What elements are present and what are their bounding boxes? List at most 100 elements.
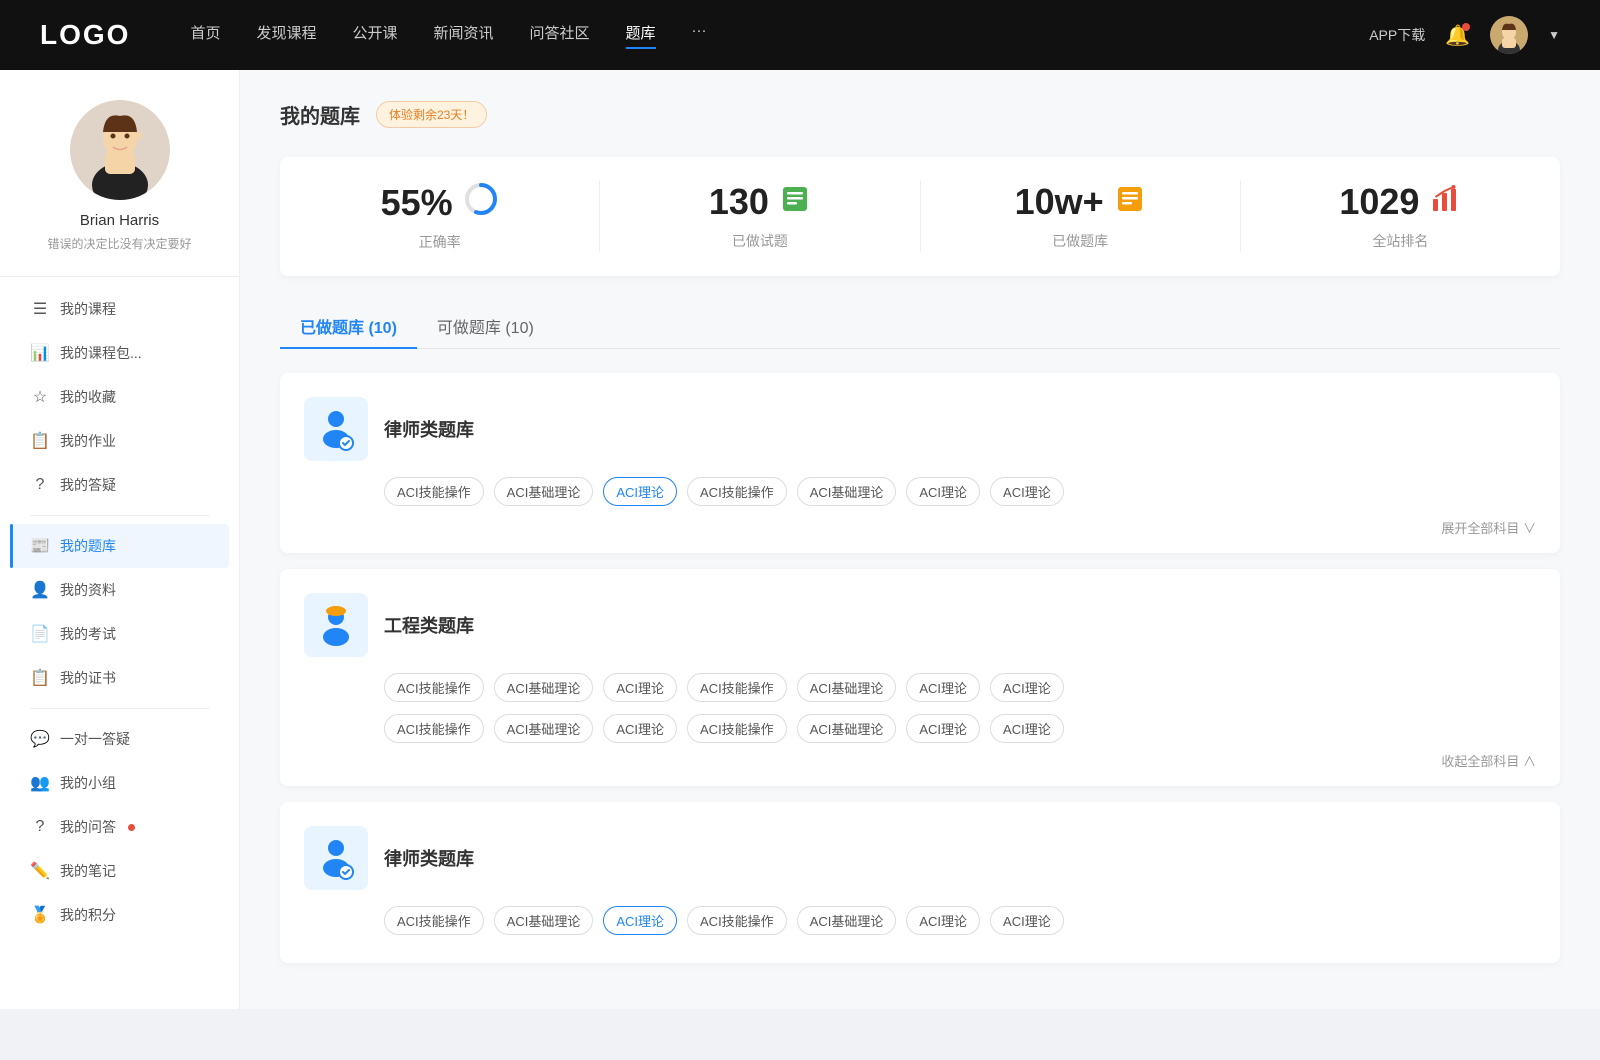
sidebar-item-my-cert[interactable]: 📋 我的证书 <box>10 656 229 700</box>
tag-1-5[interactable]: ACI基础理论 <box>797 477 897 506</box>
sidebar-label-my-notes: 我的笔记 <box>60 861 116 881</box>
tag-2-10[interactable]: ACI理论 <box>603 714 677 743</box>
profile-avatar-svg <box>70 100 170 200</box>
nav-links: 首页 发现课程 公开课 新闻资讯 问答社区 题库 ··· <box>190 22 1369 49</box>
nav-home[interactable]: 首页 <box>190 22 220 49</box>
tag-1-3[interactable]: ACI理论 <box>603 477 677 506</box>
qbank-card-1-header: 律师类题库 <box>304 397 1536 461</box>
tag-3-6[interactable]: ACI理论 <box>906 906 980 935</box>
tag-2-1[interactable]: ACI技能操作 <box>384 673 484 702</box>
sidebar-item-my-course-pack[interactable]: 📊 我的课程包... <box>10 331 229 375</box>
sidebar-item-my-answers[interactable]: ? 我的问答 <box>10 805 229 849</box>
sidebar-label-my-course-pack: 我的课程包... <box>60 343 142 363</box>
sidebar-divider-1 <box>30 515 209 516</box>
user-motto: 错误的决定比没有决定要好 <box>47 235 191 252</box>
tag-2-14[interactable]: ACI理论 <box>990 714 1064 743</box>
tag-2-6[interactable]: ACI理论 <box>906 673 980 702</box>
sidebar-label-my-collection: 我的收藏 <box>60 387 116 407</box>
expand-1-button[interactable]: 展开全部科目 ∨ <box>1441 518 1536 537</box>
tag-2-8[interactable]: ACI技能操作 <box>384 714 484 743</box>
tag-1-6[interactable]: ACI理论 <box>906 477 980 506</box>
nav-discover[interactable]: 发现课程 <box>256 22 316 49</box>
sidebar-label-my-answers: 我的问答 <box>60 817 116 837</box>
tag-1-4[interactable]: ACI技能操作 <box>687 477 787 506</box>
sidebar-label-my-exam: 我的考试 <box>60 624 116 644</box>
sidebar-item-my-course[interactable]: ☰ 我的课程 <box>10 287 229 331</box>
profile-avatar <box>70 100 170 200</box>
sidebar-item-my-qa[interactable]: ? 我的答疑 <box>10 463 229 507</box>
tag-1-2[interactable]: ACI基础理论 <box>494 477 594 506</box>
tag-3-7[interactable]: ACI理论 <box>990 906 1064 935</box>
exam-icon: 📄 <box>30 624 50 644</box>
stat-done-questions: 130 已做试题 <box>600 181 920 252</box>
notes-icon: ✏️ <box>30 861 50 881</box>
collection-icon: ☆ <box>30 387 50 407</box>
homework-icon: 📋 <box>30 431 50 451</box>
sidebar-item-one-on-one[interactable]: 💬 一对一答疑 <box>10 717 229 761</box>
points-icon: 🏅 <box>30 905 50 925</box>
nav-qa[interactable]: 问答社区 <box>530 22 590 49</box>
tag-3-5[interactable]: ACI基础理论 <box>797 906 897 935</box>
sidebar: Brian Harris 错误的决定比没有决定要好 ☰ 我的课程 📊 我的课程包… <box>0 70 240 1009</box>
sidebar-label-my-qa: 我的答疑 <box>60 475 116 495</box>
sidebar-item-my-homework[interactable]: 📋 我的作业 <box>10 419 229 463</box>
sidebar-label-my-homework: 我的作业 <box>60 431 116 451</box>
tag-3-4[interactable]: ACI技能操作 <box>687 906 787 935</box>
sidebar-menu: ☰ 我的课程 📊 我的课程包... ☆ 我的收藏 📋 我的作业 ? 我的答疑 📰 <box>0 287 239 937</box>
tag-2-11[interactable]: ACI技能操作 <box>687 714 787 743</box>
tag-2-4[interactable]: ACI技能操作 <box>687 673 787 702</box>
tab-todo[interactable]: 可做题库 (10) <box>417 304 554 348</box>
tag-3-3[interactable]: ACI理论 <box>603 906 677 935</box>
sidebar-divider-2 <box>30 708 209 709</box>
tag-1-1[interactable]: ACI技能操作 <box>384 477 484 506</box>
collapse-2-button[interactable]: 收起全部科目 ∧ <box>1441 751 1536 770</box>
qbank-card-3: 律师类题库 ACI技能操作 ACI基础理论 ACI理论 ACI技能操作 ACI基… <box>280 802 1560 963</box>
nav-more[interactable]: ··· <box>692 22 707 49</box>
qbank-1-name: 律师类题库 <box>384 416 474 442</box>
dropdown-icon[interactable]: ▼ <box>1548 28 1560 42</box>
qbank-3-name: 律师类题库 <box>384 845 474 871</box>
done-banks-number: 10w+ <box>1015 181 1104 223</box>
nav-right: APP下载 🔔 ▼ <box>1369 16 1560 54</box>
app-download[interactable]: APP下载 <box>1369 25 1425 45</box>
nav-news[interactable]: 新闻资讯 <box>434 22 494 49</box>
stat-accuracy: 55% 正确率 <box>280 181 600 252</box>
user-name: Brian Harris <box>80 212 159 229</box>
sidebar-item-my-collection[interactable]: ☆ 我的收藏 <box>10 375 229 419</box>
nav-open-course[interactable]: 公开课 <box>352 22 397 49</box>
tag-1-7[interactable]: ACI理论 <box>990 477 1064 506</box>
sidebar-item-my-notes[interactable]: ✏️ 我的笔记 <box>10 849 229 893</box>
sidebar-item-my-points[interactable]: 🏅 我的积分 <box>10 893 229 937</box>
stat-rank-top: 1029 <box>1339 181 1461 223</box>
page-layout: Brian Harris 错误的决定比没有决定要好 ☰ 我的课程 📊 我的课程包… <box>0 70 1600 1009</box>
sidebar-item-my-bank[interactable]: 📰 我的题库 <box>10 524 229 568</box>
tag-2-7[interactable]: ACI理论 <box>990 673 1064 702</box>
tag-2-3[interactable]: ACI理论 <box>603 673 677 702</box>
bell-icon[interactable]: 🔔 <box>1445 23 1470 48</box>
qbank-2-name: 工程类题库 <box>384 612 474 638</box>
tag-3-2[interactable]: ACI基础理论 <box>494 906 594 935</box>
tag-2-13[interactable]: ACI理论 <box>906 714 980 743</box>
page-title: 我的题库 <box>280 100 360 129</box>
accuracy-icon <box>463 181 499 224</box>
user-avatar[interactable] <box>1490 16 1528 54</box>
profile-icon: 👤 <box>30 580 50 600</box>
tag-2-9[interactable]: ACI基础理论 <box>494 714 594 743</box>
sidebar-label-my-group: 我的小组 <box>60 773 116 793</box>
one-on-one-icon: 💬 <box>30 729 50 749</box>
qbank-2-icon <box>304 593 368 657</box>
tab-done[interactable]: 已做题库 (10) <box>280 304 417 348</box>
sidebar-label-my-course: 我的课程 <box>60 299 116 319</box>
done-questions-number: 130 <box>709 181 769 223</box>
qbank-2-footer: 收起全部科目 ∧ <box>304 751 1536 770</box>
sidebar-item-my-profile[interactable]: 👤 我的资料 <box>10 568 229 612</box>
done-questions-icon <box>779 183 811 222</box>
tag-3-1[interactable]: ACI技能操作 <box>384 906 484 935</box>
sidebar-item-my-exam[interactable]: 📄 我的考试 <box>10 612 229 656</box>
tag-2-2[interactable]: ACI基础理论 <box>494 673 594 702</box>
tag-2-12[interactable]: ACI基础理论 <box>797 714 897 743</box>
tag-2-5[interactable]: ACI基础理论 <box>797 673 897 702</box>
sidebar-item-my-group[interactable]: 👥 我的小组 <box>10 761 229 805</box>
nav-bank[interactable]: 题库 <box>626 22 656 49</box>
accuracy-label: 正确率 <box>419 232 461 252</box>
